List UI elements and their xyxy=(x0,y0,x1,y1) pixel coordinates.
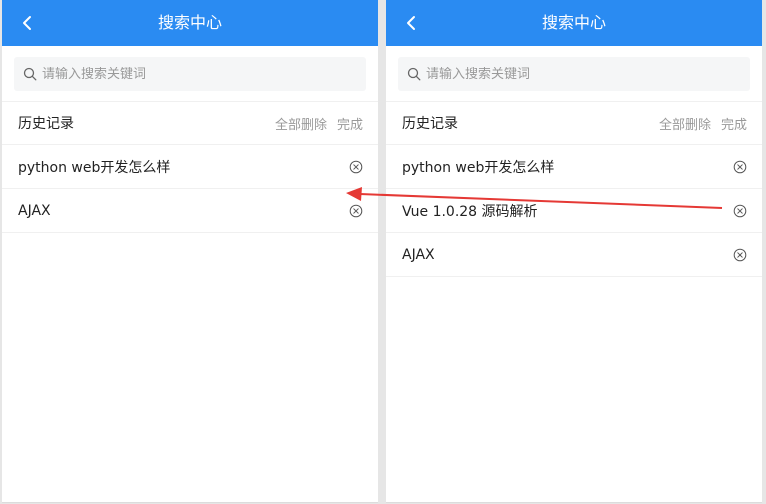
right-phone-panel: 搜索中心 历史记录 全部删除 完成 python web开发怎么样 Vue 1.… xyxy=(386,0,762,503)
page-title: 搜索中心 xyxy=(157,13,222,32)
history-item[interactable]: AJAX xyxy=(2,189,378,233)
close-circle-icon[interactable] xyxy=(349,160,363,174)
history-title: 历史记录 xyxy=(18,116,74,132)
history-item-label: AJAX xyxy=(18,202,51,219)
done-button[interactable]: 完成 xyxy=(337,114,363,133)
history-item-label: AJAX xyxy=(402,246,435,263)
done-button[interactable]: 完成 xyxy=(721,114,747,133)
history-header: 历史记录 全部删除 完成 xyxy=(2,102,378,145)
left-phone-panel: 搜索中心 历史记录 全部删除 完成 python web开发怎么样 AJAX xyxy=(2,0,378,503)
history-title: 历史记录 xyxy=(402,116,458,132)
search-area xyxy=(386,46,762,102)
search-input[interactable] xyxy=(426,66,750,82)
close-circle-icon[interactable] xyxy=(349,204,363,218)
search-icon xyxy=(23,67,37,81)
search-box[interactable] xyxy=(14,57,366,91)
header-bar: 搜索中心 xyxy=(2,0,378,46)
history-item-label: python web开发怎么样 xyxy=(18,159,171,176)
search-icon xyxy=(407,67,421,81)
history-item-label: Vue 1.0.28 源码解析 xyxy=(402,203,538,220)
close-circle-icon[interactable] xyxy=(733,248,747,262)
history-item[interactable]: AJAX xyxy=(386,233,762,277)
search-input[interactable] xyxy=(42,66,366,82)
history-header: 历史记录 全部删除 完成 xyxy=(386,102,762,145)
close-circle-icon[interactable] xyxy=(733,204,747,218)
delete-all-button[interactable]: 全部删除 xyxy=(275,114,327,133)
history-item[interactable]: Vue 1.0.28 源码解析 xyxy=(386,189,762,233)
history-item[interactable]: python web开发怎么样 xyxy=(386,145,762,189)
header-bar: 搜索中心 xyxy=(386,0,762,46)
close-circle-icon[interactable] xyxy=(733,160,747,174)
history-item-label: python web开发怎么样 xyxy=(402,159,555,176)
delete-all-button[interactable]: 全部删除 xyxy=(659,114,711,133)
search-area xyxy=(2,46,378,102)
history-item[interactable]: python web开发怎么样 xyxy=(2,145,378,189)
page-title: 搜索中心 xyxy=(541,13,606,32)
search-box[interactable] xyxy=(398,57,750,91)
